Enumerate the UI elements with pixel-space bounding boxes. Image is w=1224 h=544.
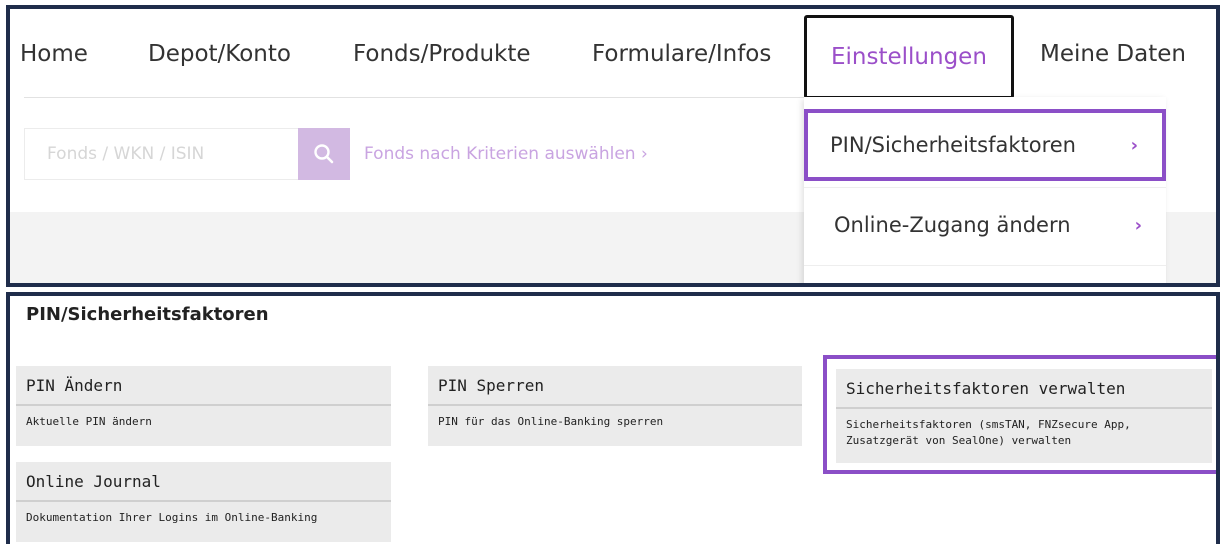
- card-online-journal[interactable]: Online Journal Dokumentation Ihrer Login…: [16, 462, 391, 542]
- dropdown-item-pin-sicherheitsfaktoren[interactable]: PIN/Sicherheitsfaktoren ›: [804, 109, 1166, 181]
- nav-item-depot-konto[interactable]: Depot/Konto: [148, 41, 291, 67]
- dropdown-item-label: Online-Zugang ändern: [834, 213, 1071, 237]
- fund-criteria-link[interactable]: Fonds nach Kriterien auswählen ›: [364, 144, 648, 164]
- main-navigation: Home Depot/Konto Fonds/Produkte Formular…: [10, 9, 1216, 99]
- card-title: Online Journal: [16, 462, 391, 502]
- chevron-right-icon: ›: [1134, 214, 1142, 236]
- einstellungen-dropdown-menu: PIN/Sicherheitsfaktoren › Online-Zugang …: [804, 97, 1166, 283]
- nav-item-meine-daten[interactable]: Meine Daten: [1040, 41, 1186, 67]
- highlight-frame: [823, 355, 1216, 474]
- search-icon: [314, 144, 334, 164]
- card-description: PIN für das Online-Banking sperren: [438, 415, 664, 428]
- card-title: PIN Ändern: [16, 366, 391, 406]
- fund-search-input[interactable]: [24, 128, 298, 180]
- top-panel: Home Depot/Konto Fonds/Produkte Formular…: [6, 5, 1220, 287]
- nav-item-einstellungen[interactable]: Einstellungen: [804, 15, 1014, 99]
- card-pin-aendern[interactable]: PIN Ändern Aktuelle PIN ändern: [16, 366, 391, 446]
- search-button[interactable]: [298, 128, 350, 180]
- dropdown-divider: [804, 265, 1166, 266]
- page-title: PIN/Sicherheitsfaktoren: [26, 304, 269, 325]
- dropdown-divider: [804, 187, 1166, 188]
- dropdown-item-label: PIN/Sicherheitsfaktoren: [830, 133, 1076, 157]
- card-description: Dokumentation Ihrer Logins im Online-Ban…: [26, 511, 318, 524]
- nav-item-formulare-infos[interactable]: Formulare/Infos: [592, 41, 771, 67]
- card-pin-sperren[interactable]: PIN Sperren PIN für das Online-Banking s…: [428, 366, 802, 446]
- nav-item-home[interactable]: Home: [20, 41, 88, 67]
- bottom-panel: PIN/Sicherheitsfaktoren PIN Ändern Aktue…: [6, 292, 1220, 544]
- card-description: Aktuelle PIN ändern: [26, 415, 152, 428]
- dropdown-item-online-zugang-aendern[interactable]: Online-Zugang ändern ›: [804, 189, 1166, 261]
- nav-item-fonds-produkte[interactable]: Fonds/Produkte: [353, 41, 531, 67]
- card-title: PIN Sperren: [428, 366, 802, 406]
- chevron-right-icon: ›: [1130, 134, 1138, 156]
